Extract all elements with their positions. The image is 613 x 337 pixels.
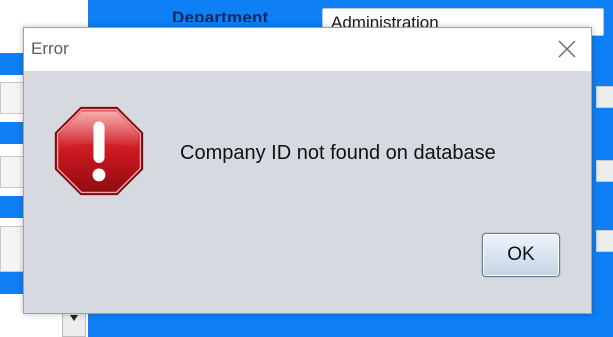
- background-stripe: [0, 196, 24, 218]
- close-icon: [558, 40, 576, 58]
- background-field: [596, 230, 613, 252]
- background-field: [596, 86, 613, 108]
- department-label: Department: [172, 8, 269, 22]
- background-stripe: [0, 53, 24, 75]
- dialog-title: Error: [31, 39, 69, 58]
- background-field: [596, 160, 613, 182]
- error-stop-icon: [54, 106, 144, 196]
- background-field: [0, 156, 24, 188]
- close-button[interactable]: [551, 34, 583, 64]
- dialog-titlebar: Error: [24, 28, 591, 71]
- dialog-body: Company ID not found on database OK: [24, 71, 591, 313]
- background-stripe: [0, 272, 24, 294]
- background-field: [0, 82, 24, 114]
- background-stripe: [0, 122, 24, 144]
- chevron-down-icon: [70, 315, 78, 321]
- dialog-message: Company ID not found on database: [180, 142, 496, 164]
- background-field: [0, 226, 24, 272]
- ok-button[interactable]: OK: [482, 233, 560, 277]
- error-dialog: Error Company ID not found on database O…: [23, 27, 592, 314]
